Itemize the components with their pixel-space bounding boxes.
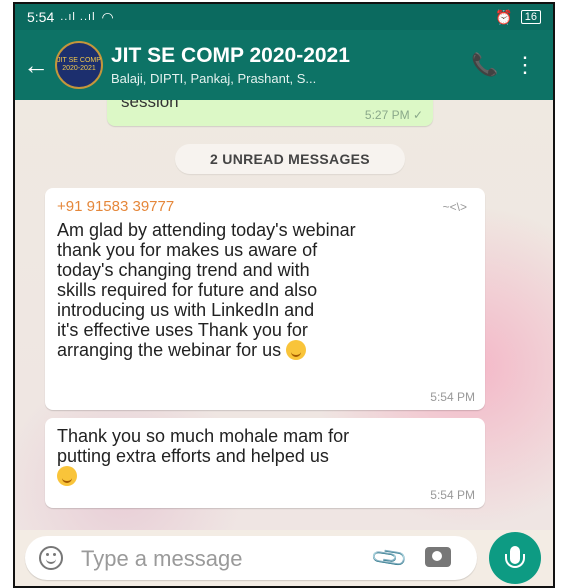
message-sender[interactable]: +91 91583 39777 <box>57 198 174 215</box>
group-avatar-logo-text: JIT SE COMP 2020-2021 <box>57 57 101 72</box>
voice-record-button[interactable] <box>489 532 541 584</box>
battery-level: 16 <box>524 11 537 23</box>
more-options-icon[interactable]: ⋮ <box>505 45 545 85</box>
microphone-icon <box>505 546 525 568</box>
message-line: it's effective uses Thank you for <box>57 320 308 340</box>
smiling-face-with-sweat-emoji-icon <box>57 466 77 486</box>
message-time: 5:54 PM <box>430 488 475 502</box>
camera-icon[interactable] <box>425 547 451 567</box>
attach-icon[interactable]: 📎 <box>369 538 411 579</box>
chat-header: ← JIT SE COMP 2020-2021 JIT SE COMP 2020… <box>15 30 553 100</box>
alarm-icon: ⏰ <box>495 8 513 25</box>
message-line: skills required for future and also <box>57 280 318 300</box>
back-arrow-icon[interactable]: ← <box>23 50 49 81</box>
incoming-message[interactable]: +91 91583 39777 ~<\> Am glad by attendin… <box>45 188 485 410</box>
message-line: thank you for makes us aware of <box>57 240 318 260</box>
message-time: 5:54 PM <box>430 390 475 404</box>
emoji-line <box>57 466 475 486</box>
message-line-with-emoji: arranging the webinar for us <box>57 340 475 360</box>
previous-message-text: session <box>121 100 179 111</box>
add-call-icon[interactable]: 📞 <box>465 45 505 85</box>
status-bar: 5:54 ..ıl ..ıl ◠ ⏰ 16 <box>15 4 553 30</box>
message-composer: Type a message 📎 <box>15 530 553 586</box>
message-line: introducing us with LinkedIn and <box>57 300 315 320</box>
clock: 5:54 <box>27 9 55 25</box>
group-name: JIT SE COMP 2020-2021 <box>111 44 350 67</box>
unread-messages-banner: 2 UNREAD MESSAGES <box>175 144 405 174</box>
message-line: Am glad by attending today's webinar <box>57 220 356 240</box>
message-line: arranging the webinar for us <box>57 340 282 360</box>
smiling-face-emoji-icon <box>286 340 307 360</box>
previous-outgoing-message[interactable]: session 5:27 PM ✓ <box>107 100 433 126</box>
message-input-placeholder: Type a message <box>81 546 243 571</box>
group-members: Balaji, DIPTI, Pankaj, Prashant, S... <box>111 71 317 86</box>
message-line: putting extra efforts and helped us <box>57 446 329 466</box>
group-avatar[interactable]: JIT SE COMP 2020-2021 <box>55 41 103 89</box>
emoji-icon[interactable] <box>39 546 63 570</box>
phone-screen: 5:54 ..ıl ..ıl ◠ ⏰ 16 ← JIT SE COMP 2020… <box>13 2 555 588</box>
sender-display-name: ~<\> <box>442 200 467 214</box>
message-line: today's changing trend and with <box>57 260 310 280</box>
message-body: Am glad by attending today's webinar tha… <box>57 220 475 360</box>
chat-title-area[interactable]: JIT SE COMP 2020-2021 Balaji, DIPTI, Pan… <box>111 44 465 86</box>
previous-message-time: 5:27 PM ✓ <box>364 108 423 122</box>
signal-icon: ..ıl ..ıl <box>60 11 96 23</box>
wifi-icon: ◠ <box>101 8 114 25</box>
message-body: Thank you so much mohale mam for putting… <box>57 426 475 486</box>
battery-icon: 16 <box>520 10 541 24</box>
message-list[interactable]: session 5:27 PM ✓ 2 UNREAD MESSAGES +91 … <box>15 100 553 530</box>
message-input[interactable]: Type a message 📎 <box>25 536 477 580</box>
message-line: Thank you so much mohale mam for <box>57 426 350 446</box>
incoming-message[interactable]: Thank you so much mohale mam for putting… <box>45 418 485 508</box>
